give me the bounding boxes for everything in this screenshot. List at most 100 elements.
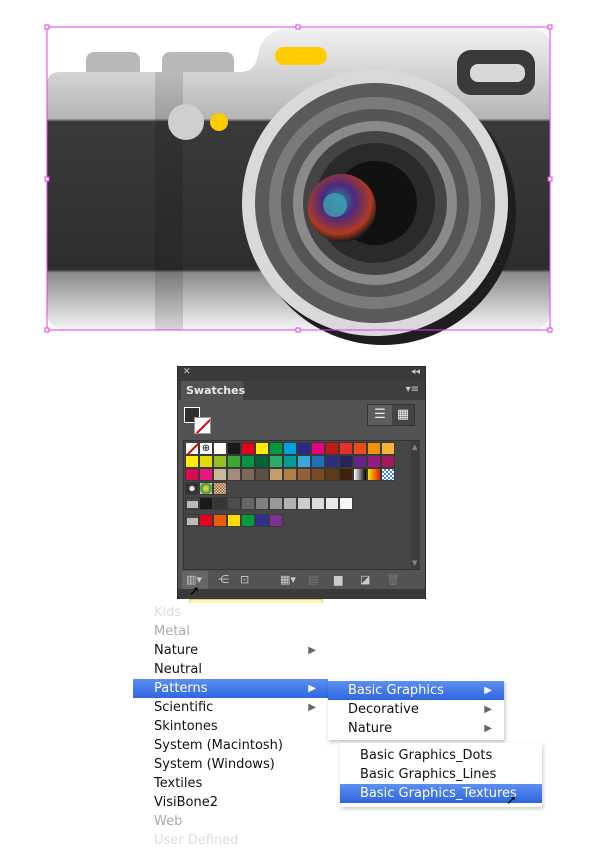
menu-item-user-defined[interactable]: User Defined [133, 831, 328, 850]
swatch[interactable] [227, 514, 241, 527]
new-color-group-icon[interactable]: ▦▾ [280, 574, 296, 586]
new-swatch-icon[interactable]: ◪ [360, 574, 370, 586]
swatch[interactable] [255, 497, 269, 510]
swatch[interactable] [297, 442, 311, 455]
swatch-gradient[interactable] [353, 468, 367, 481]
swatch[interactable] [367, 442, 381, 455]
menu-item-decorative[interactable]: Decorative ▶ [328, 700, 504, 719]
swatch-registration[interactable]: ⊕ [199, 442, 213, 455]
menu-item-basic-graphics[interactable]: Basic Graphics ▶ [328, 681, 504, 700]
color-group-folder-icon[interactable] [185, 497, 199, 510]
menu-item-system-windows[interactable]: System (Windows) [133, 755, 328, 774]
swatch[interactable] [353, 442, 367, 455]
menu-item-neutral[interactable]: Neutral [133, 660, 328, 679]
swatch[interactable] [255, 468, 269, 481]
swatch-pattern[interactable] [199, 482, 213, 495]
swatch[interactable] [185, 468, 199, 481]
swatch[interactable] [339, 442, 353, 455]
swatch[interactable] [311, 455, 325, 468]
swatch[interactable] [255, 455, 269, 468]
swatch[interactable] [325, 468, 339, 481]
swatch[interactable] [255, 442, 269, 455]
stroke-none-swatch[interactable] [194, 417, 211, 434]
swatch[interactable] [283, 455, 297, 468]
swatch[interactable] [241, 442, 255, 455]
swatch[interactable] [297, 455, 311, 468]
swatch-gradient[interactable] [367, 468, 381, 481]
menu-item-textiles[interactable]: Textiles [133, 774, 328, 793]
swatch[interactable] [339, 497, 353, 510]
swatch[interactable] [297, 497, 311, 510]
swatch[interactable] [381, 455, 395, 468]
swatch[interactable] [311, 497, 325, 510]
swatch[interactable] [325, 497, 339, 510]
menu-item-system-macintosh[interactable]: System (Macintosh) [133, 736, 328, 755]
swatch-pattern[interactable] [185, 482, 199, 495]
menu-item-patterns[interactable]: Patterns ▶ [133, 679, 328, 698]
swatch[interactable] [227, 497, 241, 510]
list-view-icon[interactable]: ☰ [368, 405, 392, 425]
swatch[interactable] [353, 455, 367, 468]
swatch[interactable] [241, 468, 255, 481]
double-chevron-left-icon[interactable]: ◂◂ [411, 367, 420, 377]
swatch[interactable] [381, 442, 395, 455]
swatch[interactable] [227, 455, 241, 468]
swatch[interactable] [269, 497, 283, 510]
swatch-pattern[interactable] [213, 482, 227, 495]
tab-swatches[interactable]: Swatches [181, 381, 245, 400]
swatch[interactable] [185, 455, 199, 468]
swatch[interactable] [269, 514, 283, 527]
swatch[interactable] [255, 514, 269, 527]
swatch[interactable] [311, 468, 325, 481]
swatch[interactable] [283, 497, 297, 510]
swatch-options-icon[interactable]: ⊡ [240, 574, 249, 586]
swatch[interactable] [269, 442, 283, 455]
swatch[interactable] [325, 442, 339, 455]
panel-menu-icon[interactable]: ▾≡ [406, 384, 419, 395]
swatch[interactable] [199, 497, 213, 510]
swatch[interactable] [269, 468, 283, 481]
menu-item-nature[interactable]: Nature ▶ [133, 641, 328, 660]
scrollbar[interactable]: ▲ ▼ [411, 441, 420, 569]
menu-item-basic-graphics-dots[interactable]: Basic Graphics_Dots [340, 746, 542, 765]
new-folder-icon[interactable]: ▆ [334, 574, 342, 586]
menu-item-nature[interactable]: Nature ▶ [328, 719, 504, 738]
swatch[interactable] [311, 442, 325, 455]
swatch[interactable] [213, 442, 227, 455]
menu-item-web[interactable]: Web [133, 812, 328, 831]
swatch[interactable] [269, 455, 283, 468]
menu-item-visibone2[interactable]: VisiBone2 [133, 793, 328, 812]
swatch-none[interactable] [185, 441, 201, 457]
menu-item-scientific[interactable]: Scientific ▶ [133, 698, 328, 717]
swatch[interactable] [367, 455, 381, 468]
grid-view-icon[interactable]: ▦ [392, 405, 414, 425]
close-icon[interactable]: ✕ [183, 367, 191, 377]
swatch[interactable] [339, 455, 353, 468]
swatch[interactable] [339, 468, 353, 481]
menu-item-metal[interactable]: Metal [133, 622, 328, 641]
swatch[interactable] [199, 455, 213, 468]
swatch[interactable] [199, 514, 213, 527]
menu-item-kids[interactable]: Kids [133, 603, 328, 622]
swatch-pattern[interactable] [381, 468, 395, 481]
swatch[interactable] [241, 455, 255, 468]
swatch[interactable] [241, 497, 255, 510]
camera-illustration[interactable] [0, 0, 600, 360]
menu-item-skintones[interactable]: Skintones [133, 717, 328, 736]
swatch[interactable] [227, 468, 241, 481]
swatch[interactable] [283, 442, 297, 455]
swatch[interactable] [213, 497, 227, 510]
swatch[interactable] [213, 468, 227, 481]
menu-item-basic-graphics-lines[interactable]: Basic Graphics_Lines [340, 765, 542, 784]
swatch[interactable] [213, 514, 227, 527]
swatch[interactable] [297, 468, 311, 481]
swatch[interactable] [283, 468, 297, 481]
color-group-folder-icon[interactable] [185, 514, 199, 527]
panel-resize-bar[interactable] [178, 589, 425, 599]
swatch[interactable] [241, 514, 255, 527]
swatch[interactable] [213, 455, 227, 468]
swatch[interactable] [325, 455, 339, 468]
swatch[interactable] [227, 442, 241, 455]
show-kinds-icon[interactable]: ⋲ [218, 574, 229, 586]
swatch[interactable] [199, 468, 213, 481]
